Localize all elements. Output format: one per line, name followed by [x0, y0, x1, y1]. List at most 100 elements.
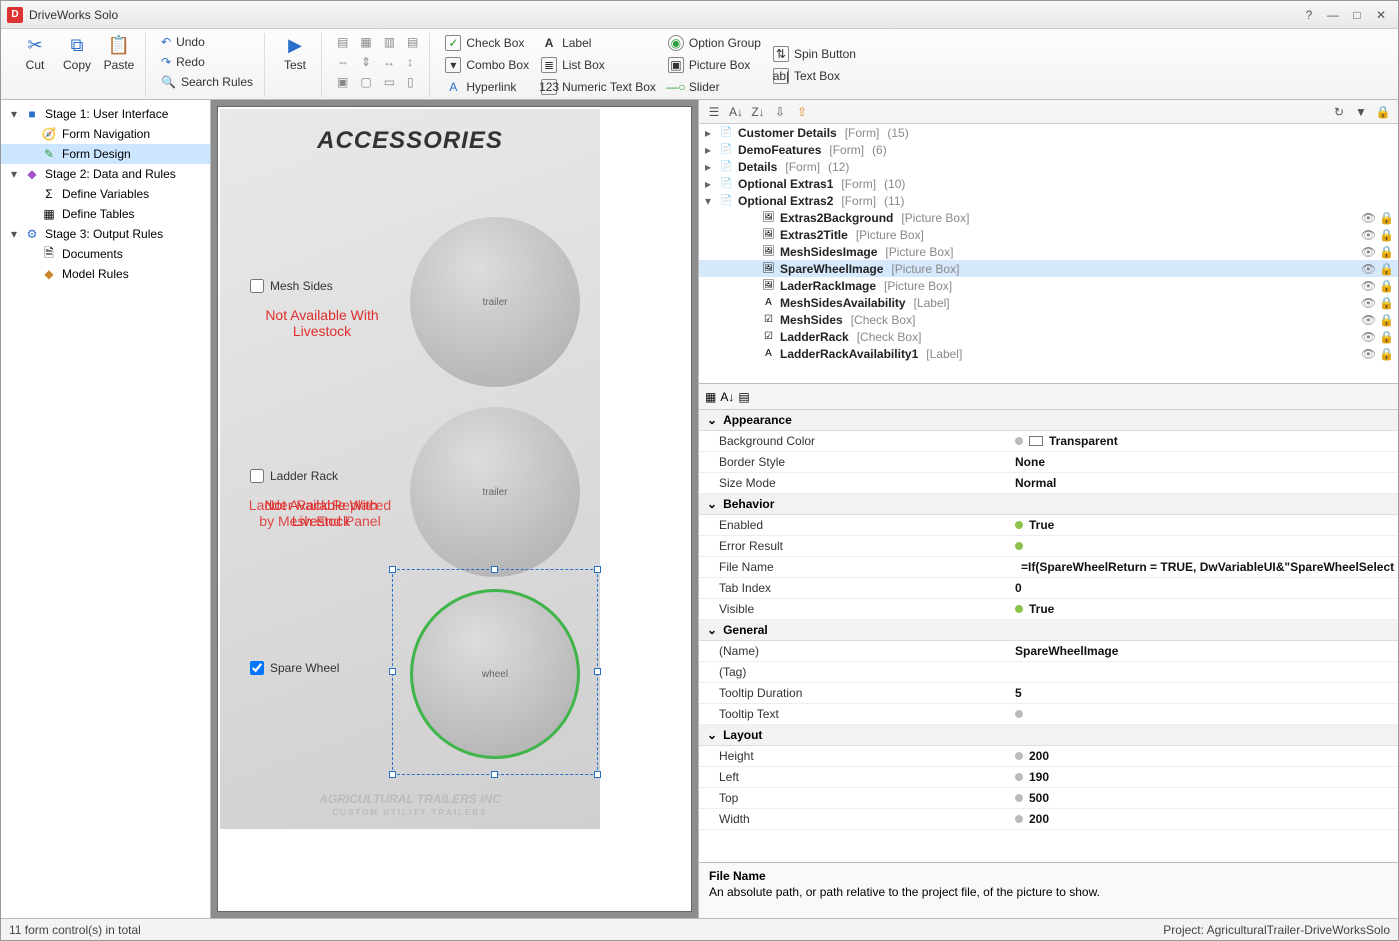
prop-border-style[interactable]: Border StyleNone [699, 452, 1398, 473]
lock-icon[interactable]: 🔒 [1379, 279, 1394, 293]
filter-button[interactable]: ▼ [1352, 103, 1370, 121]
prop-pages-button[interactable]: ▤ [738, 390, 749, 404]
prop-visible[interactable]: VisibleTrue [699, 599, 1398, 620]
nav-model-rules[interactable]: ◆Model Rules [1, 264, 210, 284]
prop-error-result[interactable]: Error Result [699, 536, 1398, 557]
nav-define-tables[interactable]: ▦Define Tables [1, 204, 210, 224]
close-button[interactable]: ✕ [1370, 6, 1392, 24]
sort-az-button[interactable]: A↓ [727, 103, 745, 121]
help-button[interactable]: ? [1298, 6, 1320, 24]
dist-h-button[interactable]: ⇔ [332, 53, 354, 71]
ungroup-button[interactable]: ▯ [402, 73, 419, 91]
cut-button[interactable]: ✂Cut [15, 33, 55, 74]
group-button[interactable]: ▭ [379, 73, 400, 91]
nav-stage1[interactable]: ▾■Stage 1: User Interface [1, 104, 210, 124]
visibility-icon[interactable]: 👁 [1361, 313, 1376, 327]
visibility-icon[interactable]: 👁 [1361, 279, 1376, 293]
lock-button[interactable]: 🔒 [1374, 103, 1392, 121]
picturebox-button[interactable]: ▣Picture Box [663, 55, 766, 75]
undo-button[interactable]: ↶Undo [156, 33, 258, 51]
tree-item-sparewheelimage[interactable]: 🖼SpareWheelImage[Picture Box]👁🔒 [699, 260, 1398, 277]
mesh-sides-checkbox[interactable]: Mesh Sides [250, 279, 333, 293]
send-back-button[interactable]: ▢ [355, 73, 376, 91]
align-left-button[interactable]: ▤ [332, 33, 353, 51]
listbox-button[interactable]: ≣List Box [536, 55, 661, 75]
tree-item-meshsidesimage[interactable]: 🖼MeshSidesImage[Picture Box]👁🔒 [699, 243, 1398, 260]
prop-top[interactable]: Top500 [699, 788, 1398, 809]
visibility-icon[interactable]: 👁 [1361, 296, 1376, 310]
tree-item-meshsidesavailability[interactable]: AMeshSidesAvailability[Label]👁🔒 [699, 294, 1398, 311]
numerictextbox-button[interactable]: 123Numeric Text Box [536, 77, 661, 97]
tree-optional-extras1[interactable]: ▸📄Optional Extras1[Form](10) [699, 175, 1398, 192]
pin-down-button[interactable]: ⇩ [771, 103, 789, 121]
tree-item-extras2title[interactable]: 🖼Extras2Title[Picture Box]👁🔒 [699, 226, 1398, 243]
hyperlink-button[interactable]: AHyperlink [440, 77, 534, 97]
lock-icon[interactable]: 🔒 [1379, 262, 1394, 276]
label-button[interactable]: ALabel [536, 33, 661, 53]
align-top-button[interactable]: ▤ [402, 33, 423, 51]
combobox-button[interactable]: ▾Combo Box [440, 55, 534, 75]
lock-icon[interactable]: 🔒 [1379, 347, 1394, 361]
sort-za-button[interactable]: Z↓ [749, 103, 767, 121]
tree-demo-features[interactable]: ▸📄DemoFeatures[Form](6) [699, 141, 1398, 158]
tree-item-extras2background[interactable]: 🖼Extras2Background[Picture Box]👁🔒 [699, 209, 1398, 226]
prop-tooltip-text[interactable]: Tooltip Text [699, 704, 1398, 725]
selection-box[interactable] [392, 569, 598, 775]
ladder-rack-image[interactable]: trailer [410, 407, 580, 577]
cat-behavior[interactable]: ⌄Behavior [699, 494, 1398, 515]
tree-item-meshsides[interactable]: ☑MeshSides[Check Box]👁🔒 [699, 311, 1398, 328]
cat-general[interactable]: ⌄General [699, 620, 1398, 641]
same-w-button[interactable]: ↔ [378, 53, 400, 71]
tree-details[interactable]: ▸📄Details[Form](12) [699, 158, 1398, 175]
categorize-button[interactable]: ☰ [705, 103, 723, 121]
dist-v-button[interactable]: ⇕ [356, 53, 376, 71]
slider-button[interactable]: —○Slider [663, 77, 766, 97]
copy-button[interactable]: ⧉Copy [57, 33, 97, 74]
prop-tooltip-duration[interactable]: Tooltip Duration5 [699, 683, 1398, 704]
test-button[interactable]: ▶Test [275, 33, 315, 74]
prop-enabled[interactable]: EnabledTrue [699, 515, 1398, 536]
align-right-button[interactable]: ▥ [379, 33, 400, 51]
lock-icon[interactable]: 🔒 [1379, 313, 1394, 327]
maximize-button[interactable]: □ [1346, 6, 1368, 24]
spare-wheel-checkbox[interactable]: Spare Wheel [250, 661, 339, 675]
refresh-button[interactable]: ↻ [1330, 103, 1348, 121]
mesh-sides-image[interactable]: trailer [410, 217, 580, 387]
nav-documents[interactable]: 🗎Documents [1, 244, 210, 264]
prop-name[interactable]: (Name)SpareWheelImage [699, 641, 1398, 662]
prop-tag[interactable]: (Tag) [699, 662, 1398, 683]
nav-define-variables[interactable]: ΣDefine Variables [1, 184, 210, 204]
tree-optional-extras2[interactable]: ▾📄Optional Extras2[Form](11) [699, 192, 1398, 209]
design-canvas[interactable]: ACCESSORIES Mesh Sides Not Available Wit… [211, 100, 698, 918]
pin-up-button[interactable]: ⇧ [793, 103, 811, 121]
prop-sort-button[interactable]: A↓ [720, 390, 734, 404]
prop-background-color[interactable]: Background ColorTransparent [699, 431, 1398, 452]
tree-item-laderrackimage[interactable]: 🖼LaderRackImage[Picture Box]👁🔒 [699, 277, 1398, 294]
prop-height[interactable]: Height200 [699, 746, 1398, 767]
visibility-icon[interactable]: 👁 [1361, 211, 1376, 225]
cat-layout[interactable]: ⌄Layout [699, 725, 1398, 746]
lock-icon[interactable]: 🔒 [1379, 296, 1394, 310]
nav-stage2[interactable]: ▾◆Stage 2: Data and Rules [1, 164, 210, 184]
nav-stage3[interactable]: ▾⚙Stage 3: Output Rules [1, 224, 210, 244]
visibility-icon[interactable]: 👁 [1361, 330, 1376, 344]
lock-icon[interactable]: 🔒 [1379, 228, 1394, 242]
prop-file-name[interactable]: File Name=If(SpareWheelReturn = TRUE, Dw… [699, 557, 1398, 578]
form-tree[interactable]: ▸📄Customer Details[Form](15) ▸📄DemoFeatu… [699, 124, 1398, 384]
visibility-icon[interactable]: 👁 [1361, 347, 1376, 361]
visibility-icon[interactable]: 👁 [1361, 228, 1376, 242]
tree-item-ladderrackavailability1[interactable]: ALadderRackAvailability1[Label]👁🔒 [699, 345, 1398, 362]
nav-form-design[interactable]: ✎Form Design [1, 144, 210, 164]
prop-size-mode[interactable]: Size ModeNormal [699, 473, 1398, 494]
search-rules-button[interactable]: 🔍Search Rules [156, 73, 258, 91]
tree-customer-details[interactable]: ▸📄Customer Details[Form](15) [699, 124, 1398, 141]
optiongroup-button[interactable]: ◉Option Group [663, 33, 766, 53]
property-grid[interactable]: ⌄Appearance Background ColorTransparent … [699, 410, 1398, 862]
cat-appearance[interactable]: ⌄Appearance [699, 410, 1398, 431]
prop-tab-index[interactable]: Tab Index0 [699, 578, 1398, 599]
paste-button[interactable]: 📋Paste [99, 33, 139, 74]
same-h-button[interactable]: ↕ [402, 53, 418, 71]
textbox-button[interactable]: ab|Text Box [768, 66, 861, 86]
lock-icon[interactable]: 🔒 [1379, 211, 1394, 225]
prop-left[interactable]: Left190 [699, 767, 1398, 788]
